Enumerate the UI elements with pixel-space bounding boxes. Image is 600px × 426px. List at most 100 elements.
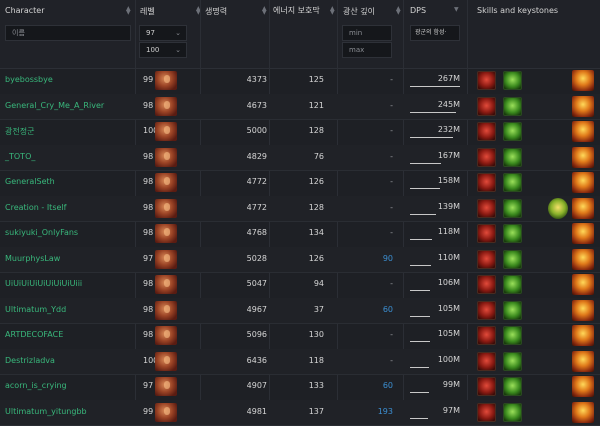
character-name-link[interactable]: _TOTO_ xyxy=(5,152,35,161)
column-mine-depth[interactable]: 광산 깊이 xyxy=(343,6,375,17)
column-level[interactable]: 레벨 xyxy=(140,6,155,17)
main-skill-gem-icon[interactable] xyxy=(477,148,496,167)
keystone-icon[interactable] xyxy=(572,274,594,295)
table-row[interactable]: ARTDECOFACE 98 5096 130 - 105M xyxy=(0,323,600,350)
character-name-link[interactable]: Ultimatum_yitungbb xyxy=(5,407,87,416)
table-row[interactable]: General_Cry_Me_A_River 98 4673 121 - 245… xyxy=(0,94,600,121)
main-skill-gem-icon[interactable] xyxy=(477,173,496,192)
support-skill-gem-icon[interactable] xyxy=(503,326,522,345)
class-portrait-icon xyxy=(155,71,177,90)
dps-skill-select[interactable]: 광군의 함성· xyxy=(410,25,460,41)
main-skill-gem-icon[interactable] xyxy=(477,97,496,116)
life-value: 4772 xyxy=(222,177,267,186)
dps-bar xyxy=(410,239,432,240)
column-life[interactable]: 생명력 xyxy=(205,6,227,17)
support-skill-gem-icon[interactable] xyxy=(503,199,522,218)
keystone-icon[interactable] xyxy=(572,223,594,244)
character-name-link[interactable]: Destrizladva xyxy=(5,356,55,365)
main-skill-gem-icon[interactable] xyxy=(477,326,496,345)
name-filter-input[interactable]: 이름 xyxy=(5,25,131,41)
table-row[interactable]: Creation - Itself 98 4772 128 - 139M xyxy=(0,196,600,223)
main-skill-gem-icon[interactable] xyxy=(477,301,496,320)
main-skill-gem-icon[interactable] xyxy=(477,250,496,269)
keystone-icon[interactable] xyxy=(572,402,594,423)
character-name-link[interactable]: 광전정군 xyxy=(5,126,34,137)
keystone-icon[interactable] xyxy=(572,376,594,397)
character-name-link[interactable]: acorn_is_crying xyxy=(5,381,67,390)
support-skill-gem-icon[interactable] xyxy=(503,71,522,90)
support-skill-gem-icon[interactable] xyxy=(503,301,522,320)
main-skill-gem-icon[interactable] xyxy=(477,71,496,90)
character-name-link[interactable]: byebossbye xyxy=(5,75,53,84)
support-skill-gem-icon[interactable] xyxy=(503,377,522,396)
table-row[interactable]: byebossbye 99 4373 125 - 267M xyxy=(0,68,600,95)
column-energy-shield[interactable]: 에너지 보호막 xyxy=(273,5,333,16)
extra-keystone-icon[interactable] xyxy=(548,198,568,219)
class-portrait-icon xyxy=(155,275,177,294)
support-skill-gem-icon[interactable] xyxy=(503,122,522,141)
keystone-icon[interactable] xyxy=(572,198,594,219)
sort-icon[interactable]: ▲▼ xyxy=(126,7,131,15)
main-skill-gem-icon[interactable] xyxy=(477,377,496,396)
keystone-icon[interactable] xyxy=(572,121,594,142)
life-value: 4673 xyxy=(222,101,267,110)
support-skill-gem-icon[interactable] xyxy=(503,224,522,243)
keystone-icon[interactable] xyxy=(572,96,594,117)
main-skill-gem-icon[interactable] xyxy=(477,199,496,218)
main-skill-gem-icon[interactable] xyxy=(477,352,496,371)
character-name-link[interactable]: sukiyuki_OnlyFans xyxy=(5,228,78,237)
keystone-icon[interactable] xyxy=(572,325,594,346)
support-skill-gem-icon[interactable] xyxy=(503,250,522,269)
main-skill-gem-icon[interactable] xyxy=(477,122,496,141)
character-name-link[interactable]: ARTDECOFACE xyxy=(5,330,63,339)
table-row[interactable]: Ultimatum_yitungbb 99 4981 137 193 97M xyxy=(0,400,600,426)
support-skill-gem-icon[interactable] xyxy=(503,403,522,422)
sort-desc-icon[interactable]: ▼ xyxy=(454,8,459,12)
support-skill-gem-icon[interactable] xyxy=(503,352,522,371)
table-row[interactable]: sukiyuki_OnlyFans 98 4768 134 - 118M xyxy=(0,221,600,248)
keystone-icon[interactable] xyxy=(572,351,594,372)
class-portrait-icon xyxy=(155,173,177,192)
sort-icon[interactable]: ▲▼ xyxy=(262,7,267,15)
main-skill-gem-icon[interactable] xyxy=(477,403,496,422)
table-row[interactable]: MuurphysLaw 97 5028 126 90 110M xyxy=(0,247,600,274)
table-row[interactable]: GeneralSeth 98 4772 126 - 158M xyxy=(0,170,600,197)
character-name-link[interactable]: General_Cry_Me_A_River xyxy=(5,101,104,110)
column-dps[interactable]: DPS xyxy=(410,6,426,15)
character-name-link[interactable]: MuurphysLaw xyxy=(5,254,60,263)
table-row[interactable]: _TOTO_ 98 4829 76 - 167M xyxy=(0,145,600,172)
energy-shield-value: 118 xyxy=(280,356,324,365)
keystone-icon[interactable] xyxy=(572,172,594,193)
support-skill-gem-icon[interactable] xyxy=(503,275,522,294)
keystone-icon[interactable] xyxy=(572,70,594,91)
table-row[interactable]: 광전정군 100 5000 128 - 232M xyxy=(0,119,600,146)
column-character[interactable]: Character xyxy=(5,6,45,15)
sort-icon[interactable]: ▲▼ xyxy=(330,7,335,15)
dps-bar xyxy=(410,341,430,342)
main-skill-gem-icon[interactable] xyxy=(477,224,496,243)
table-row[interactable]: UiUiUiUiUiUiUiUiUiii 98 5047 94 - 106M xyxy=(0,272,600,299)
level-max-select[interactable]: 100 ⌄ xyxy=(139,42,187,58)
table-row[interactable]: Destrizladva 100 6436 118 - 100M xyxy=(0,349,600,376)
support-skill-gem-icon[interactable] xyxy=(503,97,522,116)
character-name-link[interactable]: GeneralSeth xyxy=(5,177,55,186)
level-min-select[interactable]: 97 ⌄ xyxy=(139,25,187,41)
character-name-link[interactable]: Ultimatum_Ydd xyxy=(5,305,66,314)
main-skill-gem-icon[interactable] xyxy=(477,275,496,294)
table-row[interactable]: acorn_is_crying 97 4907 133 60 99M xyxy=(0,374,600,401)
mine-depth-value: - xyxy=(348,126,393,135)
keystone-icon[interactable] xyxy=(572,249,594,270)
keystone-icon[interactable] xyxy=(572,300,594,321)
character-name-link[interactable]: UiUiUiUiUiUiUiUiUiii xyxy=(5,279,82,288)
character-name-link[interactable]: Creation - Itself xyxy=(5,203,66,212)
keystone-icon[interactable] xyxy=(572,147,594,168)
support-skill-gem-icon[interactable] xyxy=(503,173,522,192)
dps-value: 105M xyxy=(410,329,460,338)
depth-min-input[interactable]: min xyxy=(342,25,392,41)
table-row[interactable]: Ultimatum_Ydd 98 4967 37 60 105M xyxy=(0,298,600,325)
support-skill-gem-icon[interactable] xyxy=(503,148,522,167)
sort-icon[interactable]: ▲▼ xyxy=(396,7,401,15)
life-value: 4373 xyxy=(222,75,267,84)
mine-depth-value: 60 xyxy=(348,381,393,390)
depth-max-input[interactable]: max xyxy=(342,42,392,58)
